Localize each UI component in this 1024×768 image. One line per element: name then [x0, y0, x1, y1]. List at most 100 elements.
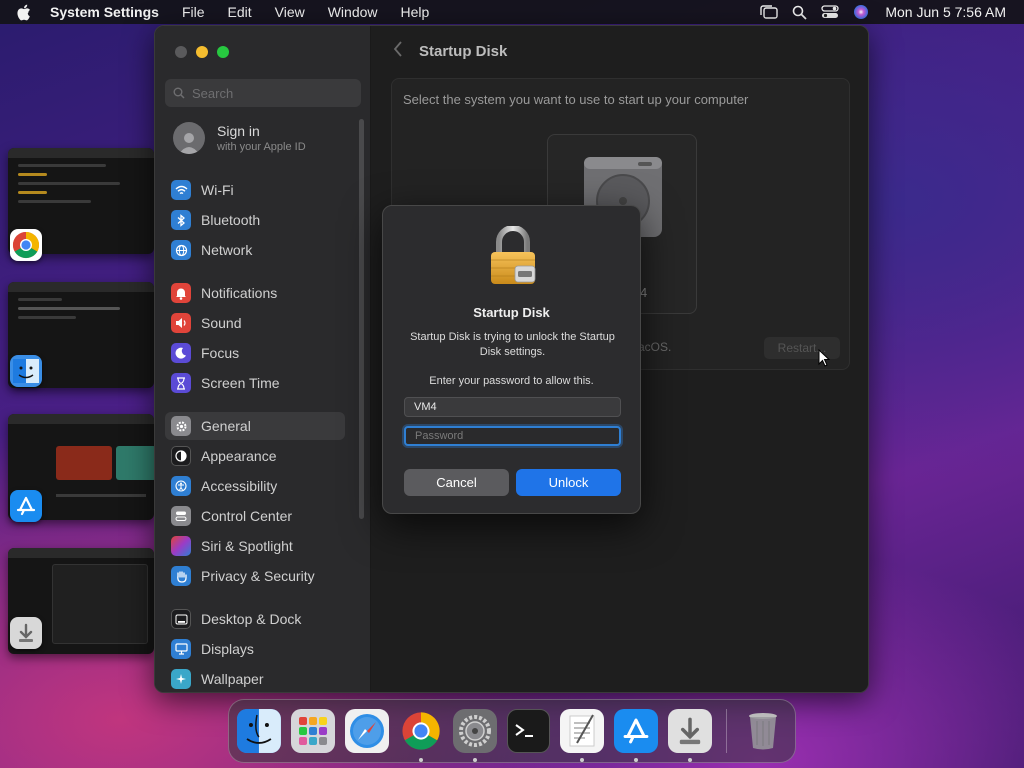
- globe-icon: [171, 240, 191, 260]
- sidebar-item-label: Notifications: [201, 285, 278, 301]
- control-center-icon: [171, 506, 191, 526]
- display-icon: [171, 639, 191, 659]
- trash-icon[interactable]: [741, 709, 785, 753]
- menu-help[interactable]: Help: [401, 4, 430, 20]
- terminal-icon[interactable]: [506, 709, 551, 753]
- gear-icon: [171, 416, 191, 436]
- accessibility-icon: [171, 476, 191, 496]
- sidebar-item-label: Wallpaper: [201, 671, 264, 687]
- sidebar-item-control-center[interactable]: Control Center: [165, 502, 345, 530]
- apple-menu-icon[interactable]: [16, 4, 36, 21]
- sidebar-item-label: Displays: [201, 641, 254, 657]
- chrome-icon[interactable]: [10, 229, 42, 261]
- menu-file[interactable]: File: [182, 4, 205, 20]
- sidebar-item-sound[interactable]: Sound: [165, 309, 345, 337]
- control-center-icon[interactable]: [821, 5, 840, 19]
- instruction-text: Select the system you want to use to sta…: [403, 92, 749, 107]
- sidebar-item-label: Bluetooth: [201, 212, 261, 228]
- launchpad-icon[interactable]: [290, 709, 335, 753]
- sidebar-item-wallpaper[interactable]: Wallpaper: [165, 665, 345, 692]
- sidebar-item-label: Control Center: [201, 508, 293, 524]
- username-field[interactable]: VM4: [404, 397, 621, 417]
- sidebar-item-siri-spotlight[interactable]: Siri & Spotlight: [165, 532, 345, 560]
- installer-icon[interactable]: [668, 709, 713, 762]
- siri-icon[interactable]: [853, 4, 869, 20]
- hourglass-icon: [171, 373, 191, 393]
- textedit-icon[interactable]: [560, 709, 605, 762]
- menu-app-name[interactable]: System Settings: [50, 4, 159, 20]
- menu-edit[interactable]: Edit: [228, 4, 252, 20]
- sidebar-item-label: Focus: [201, 345, 240, 361]
- password-field[interactable]: Password: [404, 426, 621, 446]
- sidebar-scrollbar[interactable]: [359, 119, 364, 519]
- mouse-pointer-icon: [818, 348, 831, 372]
- app-store-icon[interactable]: [614, 709, 659, 762]
- account-subtitle: with your Apple ID: [217, 141, 306, 153]
- sidebar-item-accessibility[interactable]: Accessibility: [165, 472, 345, 500]
- sidebar-item-notifications[interactable]: Notifications: [165, 279, 345, 307]
- volume-name: 4: [640, 285, 648, 300]
- window-controls: [175, 46, 238, 58]
- moon-icon: [171, 343, 191, 363]
- sidebar-item-label: Screen Time: [201, 375, 280, 391]
- finder-icon[interactable]: [10, 355, 42, 387]
- sidebar-item-screen-time[interactable]: Screen Time: [165, 369, 345, 397]
- menu-window[interactable]: Window: [328, 4, 378, 20]
- appearance-icon: [171, 446, 191, 466]
- menu-view[interactable]: View: [275, 4, 305, 20]
- speaker-icon: [171, 313, 191, 333]
- running-indicator: [472, 758, 477, 762]
- sidebar-item-label: Appearance: [201, 448, 277, 464]
- sidebar-item-label: Network: [201, 242, 253, 258]
- sidebar-item-appearance[interactable]: Appearance: [165, 442, 345, 470]
- dock-separator: [726, 709, 728, 753]
- safari-icon[interactable]: [344, 709, 389, 753]
- app-store-icon[interactable]: [10, 490, 42, 522]
- apple-id-sign-in[interactable]: Sign in with your Apple ID: [173, 122, 306, 154]
- dialog-message: Startup Disk is trying to unlock the Sta…: [410, 331, 615, 358]
- minimize-window-button[interactable]: [196, 46, 208, 58]
- running-indicator: [418, 758, 423, 762]
- bluetooth-icon: [171, 210, 191, 230]
- sidebar-item-privacy-security[interactable]: Privacy & Security: [165, 562, 345, 590]
- menu-clock[interactable]: Mon Jun 5 7:56 AM: [885, 4, 1006, 20]
- sidebar-item-bluetooth[interactable]: Bluetooth: [165, 206, 345, 234]
- dock: [228, 699, 796, 763]
- system-settings-icon[interactable]: [452, 709, 497, 762]
- bell-icon: [171, 283, 191, 303]
- spotlight-search-icon[interactable]: [792, 5, 807, 20]
- sidebar-item-focus[interactable]: Focus: [165, 339, 345, 367]
- sidebar-item-label: Siri & Spotlight: [201, 538, 293, 554]
- chrome-icon[interactable]: [399, 709, 443, 762]
- menu-bar: System Settings File Edit View Window He…: [0, 0, 1024, 24]
- zoom-window-button[interactable]: [217, 46, 229, 58]
- sidebar-item-wifi[interactable]: Wi-Fi: [165, 176, 345, 204]
- dialog-prompt: Enter your password to allow this.: [429, 375, 594, 387]
- cancel-button[interactable]: Cancel: [404, 469, 509, 496]
- avatar: [173, 122, 205, 154]
- sidebar-item-desktop-dock[interactable]: Desktop & Dock: [165, 605, 345, 633]
- running-indicator: [688, 758, 693, 762]
- installer-icon[interactable]: [10, 617, 42, 649]
- sidebar-item-label: Accessibility: [201, 478, 278, 494]
- running-indicator: [580, 758, 585, 762]
- sidebar-item-label: Sound: [201, 315, 242, 331]
- search-field[interactable]: Search: [165, 79, 361, 107]
- running-indicator: [634, 758, 639, 762]
- hand-icon: [171, 566, 191, 586]
- dock-icon: [171, 609, 191, 629]
- close-window-button[interactable]: [175, 46, 187, 58]
- sidebar-item-label: Privacy & Security: [201, 568, 315, 584]
- search-placeholder: Search: [192, 85, 234, 101]
- page-title: Startup Disk: [419, 43, 508, 60]
- sidebar-item-general[interactable]: General: [165, 412, 345, 440]
- finder-icon[interactable]: [237, 709, 281, 753]
- back-button[interactable]: [393, 41, 403, 62]
- wallpaper-icon: [171, 669, 191, 689]
- authentication-dialog: Startup Disk Startup Disk is trying to u…: [382, 205, 641, 514]
- stage-manager-icon[interactable]: [760, 5, 779, 19]
- sidebar-item-label: General: [201, 418, 251, 434]
- sidebar-item-displays[interactable]: Displays: [165, 635, 345, 663]
- unlock-button[interactable]: Unlock: [516, 469, 621, 496]
- sidebar-item-network[interactable]: Network: [165, 236, 345, 264]
